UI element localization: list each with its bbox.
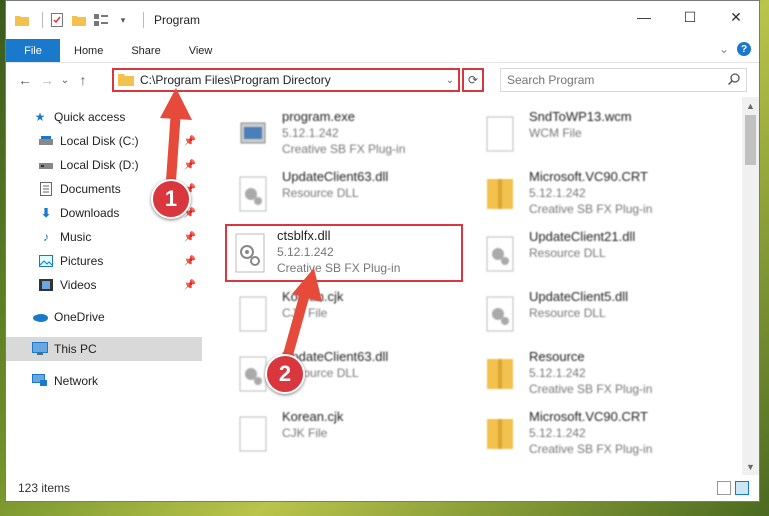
downloads-icon: ⬇ <box>40 206 52 220</box>
address-path[interactable]: C:\Program Files\Program Directory <box>140 73 442 87</box>
help-icon[interactable]: ? <box>737 42 751 56</box>
address-bar[interactable]: C:\Program Files\Program Directory ⌄ <box>112 68 460 92</box>
videos-icon <box>38 277 54 293</box>
sidebar-item-pictures[interactable]: Pictures 📌 <box>6 249 202 273</box>
network-icon <box>32 373 48 389</box>
pin-icon[interactable]: 📌 <box>184 136 196 147</box>
close-button[interactable]: ✕ <box>713 1 759 33</box>
sidebar-item-music[interactable]: ♪ Music 📌 <box>6 225 202 249</box>
divider <box>143 12 144 28</box>
star-icon: ★ <box>34 110 46 124</box>
vertical-scrollbar[interactable]: ▲ ▼ <box>742 97 759 475</box>
view-options-icon[interactable] <box>93 12 109 28</box>
file-icon <box>481 111 519 157</box>
view-toggle <box>717 481 749 495</box>
callout-badge-1: 1 <box>151 179 191 219</box>
expand-ribbon-icon[interactable]: ⌄ <box>719 42 729 56</box>
sidebar-item-local-disk-d[interactable]: Local Disk (D:) 📌 <box>6 153 202 177</box>
folder-zip-icon <box>481 171 519 217</box>
window-controls: — ☐ ✕ <box>621 1 759 33</box>
folder-icon <box>14 12 30 28</box>
forward-button[interactable]: → <box>36 72 58 88</box>
status-bar: 123 items <box>6 475 759 501</box>
file-version: 5.12.1.242 <box>277 245 334 259</box>
pin-icon[interactable]: 📌 <box>184 232 196 243</box>
folder-icon <box>118 72 134 89</box>
tab-home[interactable]: Home <box>60 39 117 62</box>
pin-icon[interactable]: 📌 <box>184 256 196 267</box>
pin-icon[interactable]: 📌 <box>184 280 196 291</box>
pictures-icon <box>38 253 54 269</box>
file-list: program.exe 5.12.1.242 Creative SB FX Plug… <box>224 97 736 475</box>
drive-icon <box>38 133 54 149</box>
explorer-window: ▾ Program — ☐ ✕ File Home Share View ⌄ ?… <box>5 0 760 502</box>
navigation-pane: ★ Quick access Local Disk (C:) 📌 Local D… <box>6 97 202 475</box>
dll-icon <box>234 171 272 217</box>
window-title: Program <box>154 13 201 27</box>
file-item[interactable]: Korean.cjk CJK File <box>234 287 474 343</box>
ribbon-right: ⌄ ? <box>719 42 751 56</box>
dll-icon <box>231 230 269 276</box>
back-button[interactable]: ← <box>14 72 36 88</box>
tab-file[interactable]: File <box>6 39 60 62</box>
file-item[interactable]: SndToWP13.wcm WCM File <box>481 107 721 163</box>
maximize-button[interactable]: ☐ <box>667 1 713 33</box>
title-bar: ▾ Program — ☐ ✕ <box>6 1 759 39</box>
customize-toolbar-icon[interactable]: ▾ <box>115 12 131 28</box>
search-input[interactable] <box>507 73 722 87</box>
divider <box>42 12 43 28</box>
file-icon <box>234 291 272 337</box>
tab-view[interactable]: View <box>175 39 227 62</box>
file-name: ctsblfx.dll <box>277 228 331 243</box>
dll-icon <box>481 231 519 277</box>
sidebar-item-quick-access[interactable]: ★ Quick access <box>6 105 202 129</box>
tab-share[interactable]: Share <box>117 39 174 62</box>
sidebar-item-videos[interactable]: Videos 📌 <box>6 273 202 297</box>
highlighted-file-item[interactable]: ctsblfx.dll 5.12.1.242 Creative SB FX Pl… <box>225 224 463 282</box>
new-folder-icon[interactable] <box>71 12 87 28</box>
main-content: ★ Quick access Local Disk (C:) 📌 Local D… <box>6 97 759 475</box>
scroll-up-icon[interactable]: ▲ <box>742 97 759 114</box>
file-item[interactable]: UpdateClient63.dll Resource DLL <box>234 167 474 223</box>
file-item[interactable]: Microsoft.VC90.CRT 5.12.1.242 Creative SB … <box>481 407 721 463</box>
file-item[interactable]: UpdateClient5.dll Resource DLL <box>481 287 721 343</box>
folder-zip-icon <box>481 351 519 397</box>
file-item[interactable]: UpdateClient21.dll Resource DLL <box>481 227 721 283</box>
details-view-icon[interactable] <box>717 481 731 495</box>
tiles-view-icon[interactable] <box>735 481 749 495</box>
search-box[interactable] <box>500 68 747 92</box>
minimize-button[interactable]: — <box>621 1 667 33</box>
file-item[interactable]: program.exe 5.12.1.242 Creative SB FX Plug… <box>234 107 474 163</box>
documents-icon <box>38 181 54 197</box>
sidebar-item-network[interactable]: Network <box>6 369 202 393</box>
item-count: 123 items <box>18 481 71 495</box>
file-description: Creative SB FX Plug-in <box>277 261 401 275</box>
exe-icon <box>234 111 272 157</box>
sidebar-item-this-pc[interactable]: This PC <box>6 337 202 361</box>
recent-locations-button[interactable]: ⌄ <box>58 75 72 86</box>
sidebar-item-onedrive[interactable]: OneDrive <box>6 305 202 329</box>
folder-zip-icon <box>481 411 519 457</box>
dll-icon <box>481 291 519 337</box>
drive-icon <box>38 157 54 173</box>
chevron-down-icon[interactable]: ⌄ <box>442 75 458 86</box>
navigation-bar: ← → ⌄ ↑ C:\Program Files\Program Directo… <box>6 63 759 97</box>
up-button[interactable]: ↑ <box>72 72 94 88</box>
sidebar-item-local-disk-c[interactable]: Local Disk (C:) 📌 <box>6 129 202 153</box>
this-pc-icon <box>32 341 48 357</box>
properties-icon[interactable] <box>49 12 65 28</box>
onedrive-icon <box>32 309 48 325</box>
file-icon <box>234 411 272 457</box>
scroll-thumb[interactable] <box>745 115 756 165</box>
callout-badge-2: 2 <box>265 354 305 394</box>
scroll-down-icon[interactable]: ▼ <box>742 458 759 475</box>
search-icon[interactable] <box>722 72 746 88</box>
file-item[interactable]: Microsoft.VC90.CRT 5.12.1.242 Creative SB … <box>481 167 721 223</box>
pin-icon[interactable]: 📌 <box>184 160 196 171</box>
file-item[interactable]: Resource 5.12.1.242 Creative SB FX Plug-in <box>481 347 721 403</box>
music-icon: ♪ <box>43 230 49 244</box>
ribbon-tabs: File Home Share View ⌄ ? <box>6 39 759 63</box>
refresh-button[interactable]: ⟳ <box>462 68 484 92</box>
file-item[interactable]: Korean.cjk CJK File <box>234 407 474 463</box>
